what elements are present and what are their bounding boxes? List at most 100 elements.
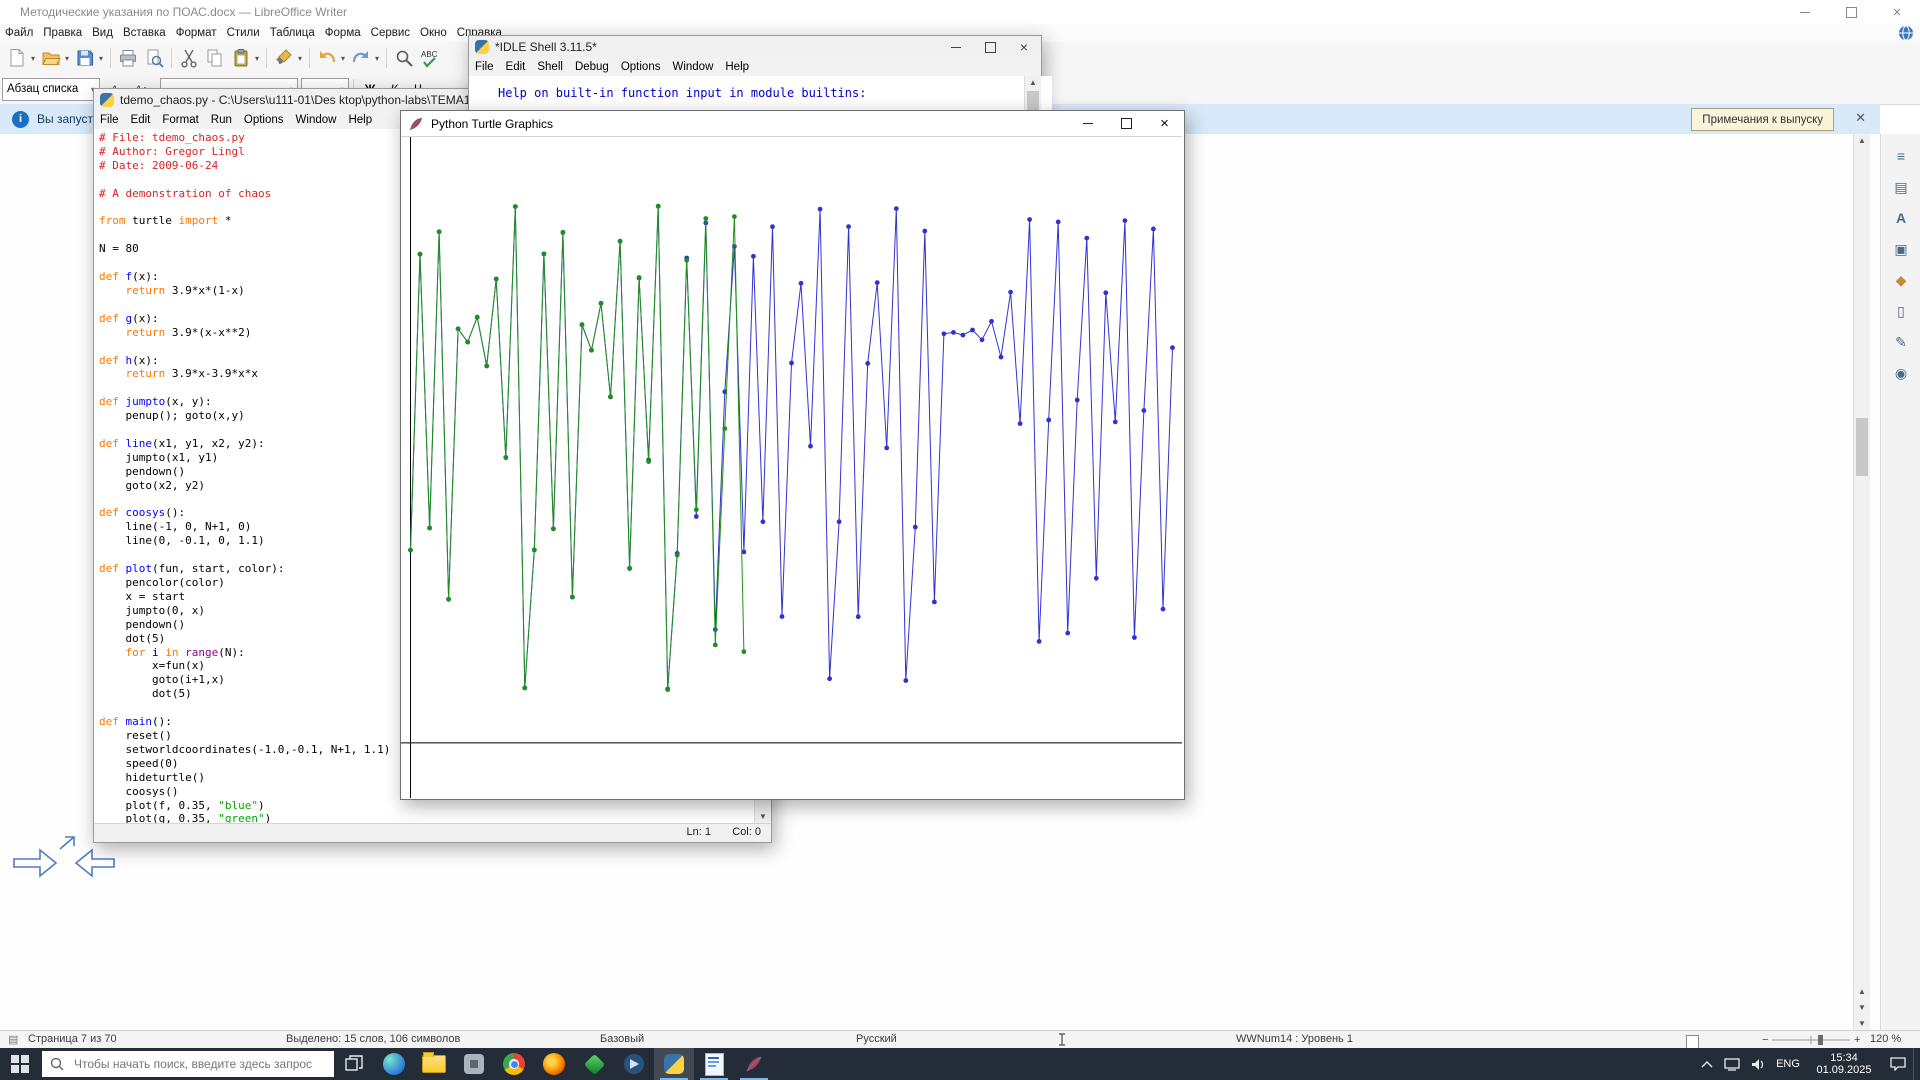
gallery-icon[interactable]: ▣	[1889, 237, 1913, 261]
menu-format[interactable]: Формат	[171, 25, 222, 41]
redo-icon[interactable]	[349, 45, 373, 71]
save-dropdown[interactable]: ▾	[97, 54, 105, 63]
styles-icon[interactable]: A	[1889, 206, 1913, 230]
language-indicator[interactable]: ENG	[1771, 1048, 1805, 1080]
taskbar-app-mail[interactable]	[614, 1048, 654, 1080]
book-view-icon[interactable]	[1686, 1035, 1699, 1049]
new-document-icon[interactable]	[5, 45, 29, 71]
search-input[interactable]	[72, 1056, 326, 1072]
inspector-icon[interactable]: ◉	[1889, 361, 1913, 385]
scroll-up-icon[interactable]: ▲	[1854, 136, 1870, 145]
taskbar-app-idle[interactable]	[654, 1048, 694, 1080]
clock[interactable]: 15:34 01.09.2025	[1805, 1052, 1883, 1076]
new-document-dropdown[interactable]: ▾	[29, 54, 37, 63]
action-center-button[interactable]	[1883, 1048, 1913, 1080]
clone-formatting-icon[interactable]	[272, 45, 296, 71]
taskbar-app-diamond[interactable]	[574, 1048, 614, 1080]
menu-table[interactable]: Таблица	[265, 25, 320, 41]
taskbar-app-chrome[interactable]	[494, 1048, 534, 1080]
taskbar-app-explorer[interactable]	[414, 1048, 454, 1080]
taskbar-app-turtle[interactable]	[734, 1048, 774, 1080]
menu-tools[interactable]: Сервис	[366, 25, 415, 41]
status-zoom-percent[interactable]: 120 %	[1870, 1033, 1901, 1045]
clone-dropdown[interactable]: ▾	[296, 54, 304, 63]
selection-mode-icon[interactable]	[1056, 1033, 1068, 1049]
network-icon[interactable]	[1719, 1048, 1745, 1080]
shell-scroll-up-icon[interactable]: ▲	[1025, 78, 1041, 87]
menu-window[interactable]: Окно	[415, 25, 452, 41]
editor-menu-options[interactable]: Options	[238, 112, 290, 128]
cut-icon[interactable]	[177, 45, 201, 71]
taskbar-app-firefox[interactable]	[534, 1048, 574, 1080]
turtle-minimize-button[interactable]	[1069, 111, 1107, 136]
previous-page-icon[interactable]: ▲	[1854, 987, 1870, 996]
next-page-icon[interactable]: ▼	[1854, 1003, 1870, 1012]
editor-menu-run[interactable]: Run	[205, 112, 238, 128]
save-icon[interactable]	[73, 45, 97, 71]
menu-styles[interactable]: Стили	[222, 25, 265, 41]
paste-dropdown[interactable]: ▾	[253, 54, 261, 63]
turtle-titlebar[interactable]: Python Turtle Graphics ×	[401, 111, 1184, 136]
sidebar-settings-icon[interactable]: ≡	[1889, 144, 1913, 168]
shell-menu-window[interactable]: Window	[666, 59, 719, 75]
editor-menu-file[interactable]: File	[94, 112, 125, 128]
undo-icon[interactable]	[315, 45, 339, 71]
print-icon[interactable]	[116, 45, 140, 71]
menu-view[interactable]: Вид	[87, 25, 118, 41]
print-preview-icon[interactable]	[142, 45, 166, 71]
infobar-close-icon[interactable]: ✕	[1855, 110, 1866, 126]
zoom-slider[interactable]: − +	[1762, 1033, 1862, 1049]
shell-menu-options[interactable]: Options	[615, 59, 667, 75]
close-button[interactable]: ×	[1874, 0, 1920, 24]
status-page-style[interactable]: Базовый	[600, 1033, 644, 1045]
restore-button[interactable]	[1828, 0, 1874, 24]
taskbar-app-media[interactable]	[454, 1048, 494, 1080]
turtle-close-button[interactable]: ×	[1145, 111, 1184, 136]
undo-dropdown[interactable]: ▾	[339, 54, 347, 63]
paragraph-style-combo[interactable]: Абзац списка ▾	[2, 77, 100, 101]
scroll-down-icon[interactable]: ▼	[1854, 1019, 1870, 1028]
spelling-icon[interactable]: ABC	[418, 45, 442, 71]
menu-file[interactable]: Файл	[0, 25, 38, 41]
menu-edit[interactable]: Правка	[38, 25, 87, 41]
show-desktop-button[interactable]	[1913, 1048, 1920, 1080]
document-vertical-scrollbar[interactable]: ▲ ▲ ▼ ▼	[1853, 134, 1870, 1030]
open-file-dropdown[interactable]: ▾	[63, 54, 71, 63]
track-changes-icon[interactable]: ✎	[1889, 330, 1913, 354]
paste-icon[interactable]	[229, 45, 253, 71]
menu-insert[interactable]: Вставка	[118, 25, 171, 41]
editor-menu-window[interactable]: Window	[290, 112, 343, 128]
taskbar-app-writer[interactable]	[694, 1048, 734, 1080]
properties-icon[interactable]: ▤	[1889, 175, 1913, 199]
turtle-maximize-button[interactable]	[1107, 111, 1145, 136]
shell-menu-edit[interactable]: Edit	[500, 59, 532, 75]
libreoffice-titlebar[interactable]: Методические указания по ПОАС.docx — Lib…	[0, 0, 1920, 24]
taskbar-search[interactable]	[42, 1051, 334, 1077]
redo-dropdown[interactable]: ▾	[373, 54, 381, 63]
shell-menu-file[interactable]: File	[469, 59, 500, 75]
shell-maximize-button[interactable]	[973, 36, 1007, 58]
editor-menu-format[interactable]: Format	[156, 112, 204, 128]
shell-menu-debug[interactable]: Debug	[569, 59, 615, 75]
shell-menu-shell[interactable]: Shell	[531, 59, 569, 75]
status-word-count[interactable]: Выделено: 15 слов, 106 символов	[286, 1033, 460, 1045]
editor-menu-edit[interactable]: Edit	[125, 112, 157, 128]
volume-icon[interactable]	[1745, 1048, 1771, 1080]
scrollbar-thumb[interactable]	[1856, 418, 1868, 476]
open-file-icon[interactable]	[39, 45, 63, 71]
page-deck-icon[interactable]: ▯	[1889, 299, 1913, 323]
status-language[interactable]: Русский	[856, 1033, 897, 1045]
find-replace-icon[interactable]	[392, 45, 416, 71]
idle-shell-titlebar[interactable]: *IDLE Shell 3.11.5* ×	[469, 36, 1041, 58]
status-list-level[interactable]: WWNum14 : Уровень 1	[1236, 1033, 1353, 1045]
shell-menu-help[interactable]: Help	[719, 59, 755, 75]
release-notes-button[interactable]: Примечания к выпуску	[1691, 108, 1834, 131]
shell-close-button[interactable]: ×	[1007, 36, 1041, 58]
start-button[interactable]	[0, 1048, 40, 1080]
shell-minimize-button[interactable]	[939, 36, 973, 58]
navigator-icon[interactable]: ◆	[1889, 268, 1913, 292]
editor-scroll-down-icon[interactable]: ▼	[755, 812, 771, 821]
copy-icon[interactable]	[203, 45, 227, 71]
minimize-button[interactable]	[1782, 0, 1828, 24]
editor-menu-help[interactable]: Help	[342, 112, 378, 128]
